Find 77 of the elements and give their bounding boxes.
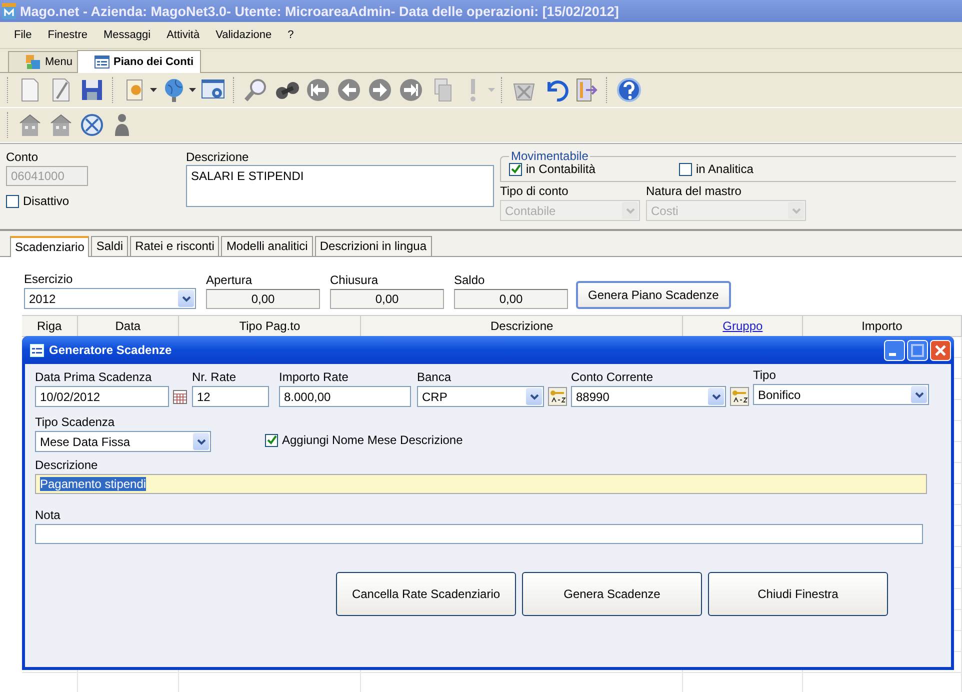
tab[interactable]: Saldi [91, 236, 128, 256]
key-icon[interactable] [548, 387, 567, 406]
field-label: Importo Rate [279, 370, 350, 384]
checkbox-label: Aggiungi Nome Mese Descrizione [282, 433, 463, 447]
note-field[interactable] [35, 524, 923, 544]
checkbox[interactable] [509, 162, 522, 176]
checkbox-label: in Analitica [696, 162, 754, 176]
dropdown[interactable]: Bonifico [753, 384, 929, 405]
caret-icon[interactable] [189, 88, 196, 92]
field-label: Nota [35, 508, 62, 522]
caret-icon[interactable] [196, 438, 206, 444]
description-field[interactable]: Pagamento stipendi [35, 474, 927, 494]
menu-item[interactable]: Attività [158, 29, 208, 41]
cubes-icon [25, 54, 41, 70]
dialog-button[interactable]: Genera Scadenze [522, 572, 702, 616]
form-icon [94, 54, 110, 70]
dialog-title: Generatore Scadenze [49, 343, 172, 357]
menu-item[interactable]: Messaggi [95, 29, 159, 41]
field-label: Saldo [454, 273, 486, 287]
key-icon[interactable] [730, 387, 749, 406]
year-dropdown[interactable]: 2012 [24, 288, 196, 309]
document-tab[interactable]: Piano dei Conti [76, 50, 201, 73]
caret-icon[interactable] [182, 296, 190, 302]
amount-field: 0,00 [330, 289, 444, 309]
field-label: Tipo [753, 368, 777, 382]
tab[interactable]: Scadenziario [10, 236, 90, 257]
generate-button[interactable]: Genera Piano Scadenze [576, 281, 731, 309]
checkbox[interactable] [679, 162, 692, 176]
form-icon [30, 344, 44, 356]
checkbox-label: Disattivo [23, 194, 70, 208]
field-label: Esercizio [24, 272, 74, 286]
caret-icon[interactable] [712, 394, 720, 400]
field-label: Tipo Scadenza [35, 415, 116, 429]
date-field[interactable]: 10/02/2012 [35, 386, 169, 407]
caret-icon[interactable] [530, 394, 538, 400]
tab[interactable]: Ratei e risconti [130, 236, 220, 256]
help-icon[interactable] [615, 76, 643, 104]
field-label: Banca [417, 370, 452, 384]
close-button[interactable] [930, 340, 951, 360]
field-label: Apertura [206, 273, 254, 287]
menu-item[interactable]: Finestre [40, 29, 96, 41]
maximize-button[interactable] [907, 340, 928, 360]
input-field[interactable]: 8.000,00 [279, 386, 411, 407]
menu-item[interactable]: Validazione [208, 29, 280, 41]
dropdown[interactable]: CRP [417, 386, 544, 407]
field-label: Descrizione [35, 458, 99, 472]
field-label: Data Prima Scadenza [35, 370, 153, 384]
caret-icon[interactable] [914, 392, 924, 398]
dropdown[interactable]: Mese Data Fissa [35, 431, 211, 452]
document-tab[interactable]: Menu [8, 51, 80, 72]
field-label: Chiusura [330, 273, 380, 287]
field-label: Conto [6, 150, 40, 164]
app-logo-icon [2, 3, 16, 19]
caret-icon[interactable] [150, 88, 157, 92]
minimize-button[interactable] [884, 340, 905, 360]
dropdown[interactable]: 88990 [571, 386, 726, 407]
amount-field: 0,00 [454, 289, 568, 309]
field-label: Nr. Rate [192, 370, 238, 384]
dialog-button[interactable]: Cancella Rate Scadenziario [336, 572, 516, 616]
dialog-button[interactable]: Chiudi Finestra [708, 572, 888, 616]
checkbox[interactable] [265, 434, 278, 446]
tab[interactable]: Descrizioni in lingua [314, 236, 432, 256]
menu-item[interactable]: File [6, 29, 40, 41]
window-title: Mago.net - Azienda: MagoNet3.0- Utente: MicroareaAdmin- Data delle operazioni: [15/02/2012] [20, 4, 619, 18]
menu-item[interactable]: ? [280, 29, 302, 41]
input-field[interactable]: 12 [192, 386, 269, 407]
checkbox[interactable] [6, 194, 19, 208]
description-field[interactable]: SALARI E STIPENDI [186, 165, 494, 207]
field-label: Descrizione [186, 150, 250, 164]
calendar-icon[interactable] [173, 390, 187, 404]
amount-field: 0,00 [206, 289, 320, 309]
checkbox-label: in Contabilità [526, 162, 596, 176]
field-label: Conto Corrente [571, 370, 654, 384]
group-title: Movimentabile [509, 149, 590, 163]
tab[interactable]: Modelli analitici [221, 236, 313, 256]
field-label: Natura del mastro [646, 184, 742, 198]
field-label: Tipo di conto [500, 184, 570, 198]
